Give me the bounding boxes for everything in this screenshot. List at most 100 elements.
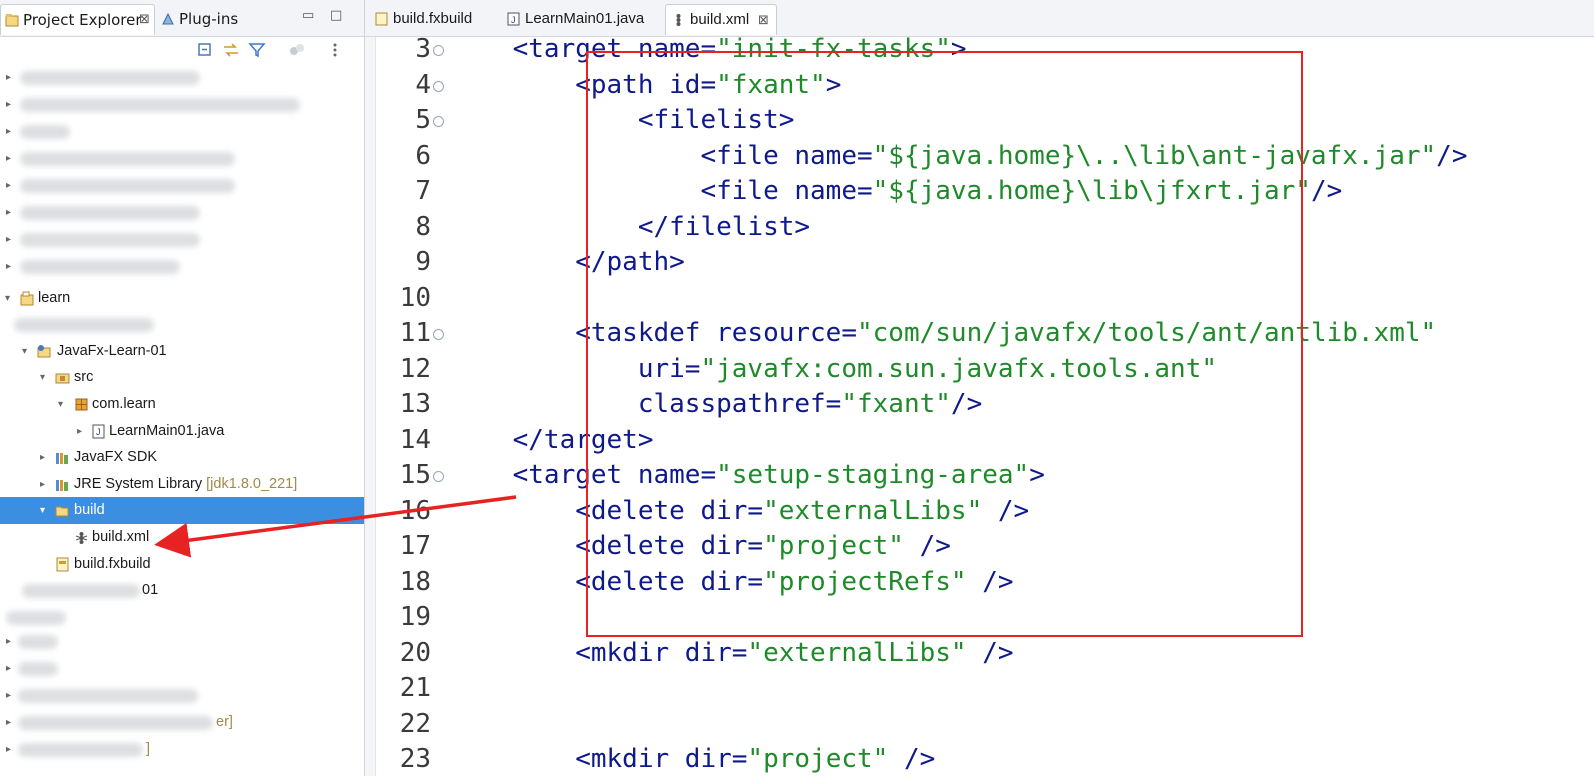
tree-item-build-xml[interactable]: build.xml — [0, 524, 364, 551]
filter-icon[interactable] — [248, 41, 266, 59]
fold-toggle-icon[interactable] — [433, 80, 444, 92]
tree-item-redacted[interactable]: 01 — [0, 577, 364, 604]
tree-label: LearnMain01.java — [109, 423, 225, 439]
tree-item-redacted[interactable]: ▸ — [0, 655, 364, 682]
tree-item-package[interactable]: ▾ com.learn — [0, 391, 364, 418]
expand-arrow-icon[interactable]: ▸ — [6, 145, 16, 172]
redacted-text — [18, 716, 213, 730]
tree-label: JRE System Library [jdk1.8.0_221] — [74, 471, 297, 498]
fold-toggle-icon[interactable] — [433, 116, 444, 127]
expand-arrow-icon[interactable]: ▸ — [77, 418, 87, 445]
expand-arrow-icon[interactable]: ▸ — [6, 199, 16, 226]
tree-label-fragment: er] — [216, 714, 233, 730]
java-file-icon: J — [507, 12, 520, 26]
svg-text:J: J — [96, 427, 101, 437]
tree-item-redacted[interactable]: ▸ — [0, 253, 364, 280]
expanded-arrow-icon[interactable]: ▾ — [40, 497, 50, 524]
expand-arrow-icon[interactable]: ▸ — [40, 471, 50, 498]
code-line[interactable]: 21 — [365, 670, 1594, 706]
project-explorer-panel: Project Explorer ⊠ Plug-ins ▭ □ ▸ ▸ ▸ ▸ … — [0, 0, 365, 776]
link-with-editor-icon[interactable] — [222, 41, 240, 59]
tree-item-redacted[interactable] — [0, 604, 364, 631]
tree-item-redacted[interactable]: ▸ — [0, 628, 364, 655]
expanded-arrow-icon[interactable]: ▾ — [40, 364, 50, 391]
tab-label: build.fxbuild — [393, 10, 473, 27]
tree-item-redacted[interactable]: ▸ er] — [0, 709, 364, 736]
source-folder-icon — [55, 373, 70, 384]
expand-arrow-icon[interactable]: ▸ — [6, 736, 16, 763]
close-icon[interactable]: ⊠ — [139, 5, 150, 35]
close-icon[interactable]: ⊠ — [758, 5, 769, 35]
tree-item-redacted[interactable]: ▸ — [0, 64, 364, 91]
tree-item-redacted[interactable]: ▸ — [0, 91, 364, 118]
tab-build-xml[interactable]: build.xml ⊠ — [665, 4, 777, 35]
line-number: 15 — [399, 460, 431, 490]
line-number: 11 — [399, 318, 431, 348]
tree-item-build-fxbuild[interactable]: build.fxbuild — [0, 551, 364, 578]
tree-item-src[interactable]: ▾ src — [0, 364, 364, 391]
expand-arrow-icon[interactable]: ▸ — [6, 655, 16, 682]
collapse-all-icon[interactable] — [196, 41, 214, 59]
jre-label: JRE System Library — [74, 476, 203, 492]
expand-arrow-icon[interactable]: ▸ — [6, 118, 16, 145]
expand-arrow-icon[interactable]: ▸ — [6, 226, 16, 253]
redacted-text — [18, 662, 58, 676]
expanded-arrow-icon[interactable]: ▾ — [5, 285, 15, 312]
redacted-text — [20, 125, 70, 139]
maximize-icon[interactable]: □ — [330, 8, 342, 23]
expand-arrow-icon[interactable]: ▸ — [6, 709, 16, 736]
expanded-arrow-icon[interactable]: ▾ — [58, 391, 68, 418]
line-number: 3 — [415, 37, 431, 64]
library-icon — [56, 453, 68, 464]
tree-item-redacted[interactable] — [0, 311, 364, 338]
expand-arrow-icon[interactable]: ▸ — [6, 64, 16, 91]
redacted-text — [18, 689, 198, 703]
tree-item-javafx-sdk[interactable]: ▸ JavaFX SDK — [0, 444, 364, 471]
tree-item-redacted[interactable]: ▸ — [0, 172, 364, 199]
line-number: 16 — [399, 495, 431, 526]
expand-arrow-icon[interactable]: ▸ — [6, 172, 16, 199]
view-menu-icon[interactable] — [326, 41, 344, 59]
line-number: 21 — [399, 673, 431, 703]
minimize-icon[interactable]: ▭ — [302, 8, 314, 23]
tree-item-build-folder[interactable]: ▾ build — [0, 497, 364, 524]
expand-arrow-icon[interactable]: ▸ — [40, 444, 50, 471]
tree-item-redacted[interactable]: ▸ — [0, 145, 364, 172]
expand-arrow-icon[interactable]: ▸ — [6, 628, 16, 655]
tab-project-explorer[interactable]: Project Explorer ⊠ — [0, 4, 155, 35]
expand-arrow-icon[interactable]: ▸ — [6, 253, 16, 280]
tab-learnmain01-java[interactable]: J LearnMain01.java — [501, 4, 661, 34]
focus-icon[interactable] — [288, 41, 306, 59]
tab-build-fxbuild[interactable]: build.fxbuild — [369, 4, 497, 34]
fxbuild-file-icon — [375, 12, 388, 26]
fold-toggle-icon[interactable] — [433, 471, 444, 482]
expanded-arrow-icon[interactable]: ▾ — [22, 338, 32, 365]
explorer-toolbar — [0, 37, 364, 65]
tree-item-java-file[interactable]: ▸ J LearnMain01.java — [0, 418, 364, 445]
tab-plug-ins[interactable]: Plug-ins — [157, 4, 277, 34]
fxbuild-file-icon — [56, 557, 69, 572]
redacted-text — [6, 611, 66, 625]
tree-item-jre[interactable]: ▸ JRE System Library [jdk1.8.0_221] — [0, 471, 364, 498]
tree-item-redacted[interactable]: ▸ — [0, 199, 364, 226]
code-line[interactable]: 20 <mkdir dir="externalLibs" /> — [365, 635, 1594, 671]
line-number: 18 — [399, 566, 431, 597]
fold-toggle-icon[interactable] — [433, 329, 444, 340]
tree-item-redacted[interactable]: ▸ — [0, 682, 364, 709]
redacted-text — [20, 152, 235, 166]
code-line[interactable]: 23 <mkdir dir="project" /> — [365, 741, 1594, 776]
tree-item-learn[interactable]: ▾ learn — [0, 285, 364, 312]
code-line[interactable]: 22 — [365, 706, 1594, 742]
svg-text:J: J — [511, 15, 516, 25]
tree-item-redacted[interactable]: ▸ — [0, 226, 364, 253]
redacted-text — [20, 98, 300, 112]
tree-item-project[interactable]: ▾ JavaFx-Learn-01 — [0, 338, 364, 365]
fold-toggle-icon[interactable] — [433, 45, 444, 56]
redacted-text — [18, 635, 58, 649]
editor-tab-bar: build.fxbuild J LearnMain01.java build.x… — [365, 0, 1594, 37]
library-icon — [56, 480, 68, 491]
expand-arrow-icon[interactable]: ▸ — [6, 682, 16, 709]
tree-item-redacted[interactable]: ▸ — [0, 118, 364, 145]
tree-item-redacted[interactable]: ▸ ] — [0, 736, 364, 763]
expand-arrow-icon[interactable]: ▸ — [6, 91, 16, 118]
